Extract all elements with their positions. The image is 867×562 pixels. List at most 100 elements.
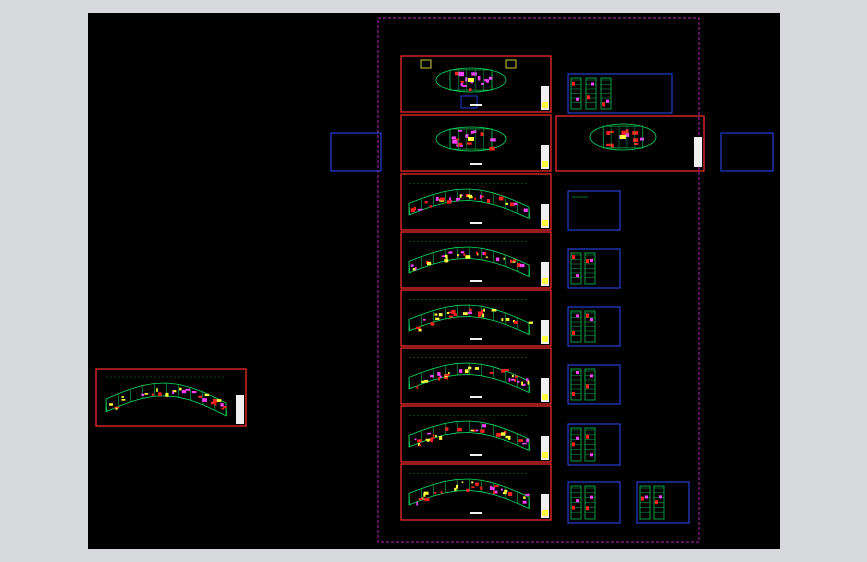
room-fill: [523, 208, 528, 212]
room-fill: [121, 398, 126, 401]
detail-sheet-5[interactable]: [567, 306, 621, 347]
core-fixture: [468, 78, 474, 82]
standalone-plan-sheet[interactable]: [95, 368, 247, 427]
room-fill: [610, 131, 613, 134]
room-fill: [444, 254, 448, 258]
cad-model-space-viewport[interactable]: [88, 13, 780, 549]
room-fill: [440, 197, 445, 201]
sheet-plan-level-1[interactable]: [400, 55, 552, 113]
room-fill: [500, 432, 506, 436]
detail-sheet-8a[interactable]: [567, 481, 621, 524]
room-fill: [460, 80, 464, 83]
empty-viewport-left[interactable]: [330, 132, 382, 172]
sheet-plan-level-6[interactable]: [400, 347, 552, 405]
sheet-plan-level-5[interactable]: [400, 289, 552, 347]
room-fill: [468, 88, 472, 92]
room-fill: [424, 379, 429, 383]
stair-mark: [641, 496, 644, 501]
stair-mark: [576, 499, 579, 503]
curved-floor-plan: [105, 376, 228, 417]
room-fill: [507, 492, 513, 496]
room-fill: [470, 130, 474, 134]
room-fill: [632, 138, 639, 142]
detail-sheet-6[interactable]: [567, 364, 621, 405]
room-fill: [165, 392, 169, 397]
detail-sheet-4[interactable]: [567, 248, 621, 289]
room-fill: [633, 142, 639, 146]
room-fill: [427, 440, 430, 442]
sheet-plan-level-3[interactable]: [400, 173, 552, 231]
wall-line: [177, 384, 180, 398]
room-fill: [460, 251, 465, 254]
room-fill: [464, 369, 469, 374]
room-fill: [458, 71, 465, 77]
room-fill: [523, 496, 526, 499]
room-fill: [457, 427, 462, 432]
room-fill: [179, 387, 182, 391]
room-fill: [498, 196, 504, 201]
room-fill: [216, 399, 222, 402]
room-fill: [430, 437, 435, 439]
room-fill: [526, 438, 529, 443]
title-block-stamp: [542, 510, 548, 516]
wall-line: [432, 310, 435, 323]
room-fill: [202, 398, 207, 402]
room-fill: [475, 429, 479, 432]
detail-sheet-1[interactable]: [567, 73, 673, 114]
detail-sheet-7[interactable]: [567, 423, 621, 466]
room-fill: [483, 251, 487, 256]
room-fill: [528, 321, 534, 324]
detail-sheet-8b[interactable]: [636, 481, 690, 524]
room-fill: [465, 77, 468, 82]
room-fill: [521, 381, 524, 386]
room-fill: [426, 261, 432, 266]
room-fill: [474, 197, 477, 201]
plan-title: [470, 454, 482, 456]
room-fill: [489, 371, 494, 374]
room-fill: [438, 313, 443, 317]
room-fill: [181, 390, 187, 394]
room-fill: [448, 372, 450, 375]
room-fill: [611, 144, 614, 148]
sheet-plan-level-2-copy[interactable]: [555, 115, 705, 172]
room-fill: [144, 393, 149, 395]
detail-sheet-3[interactable]: [567, 190, 621, 231]
empty-viewport-right[interactable]: [720, 132, 774, 172]
room-fill: [446, 312, 450, 314]
room-fill: [505, 317, 510, 322]
sheet-plan-level-4[interactable]: [400, 231, 552, 289]
room-fill: [463, 312, 468, 316]
room-fill: [508, 378, 511, 382]
room-fill: [466, 142, 472, 145]
room-fill: [449, 197, 451, 201]
room-fill: [223, 405, 227, 409]
stair-mark: [586, 259, 589, 264]
room-fill: [502, 492, 507, 495]
title-block-stamp: [542, 278, 548, 284]
sheet-plan-level-8[interactable]: [400, 463, 552, 521]
layout-boundary: [377, 17, 700, 543]
room-fill: [172, 391, 174, 395]
room-fill: [493, 490, 495, 494]
core-fixture: [620, 135, 626, 139]
room-fill: [427, 432, 432, 435]
room-fill: [525, 493, 530, 496]
wall-line: [117, 393, 120, 407]
room-fill: [469, 308, 472, 312]
room-fill: [500, 488, 503, 491]
room-fill: [416, 385, 419, 389]
stair-mark: [576, 97, 579, 101]
wall-line: [516, 491, 519, 504]
room-fill: [483, 308, 485, 312]
room-fill: [522, 500, 527, 504]
wall-line: [420, 256, 423, 269]
stair-mark: [576, 436, 579, 440]
cad-drawing-canvas[interactable]: [88, 13, 780, 549]
room-fill: [115, 407, 118, 410]
sheet-plan-level-2[interactable]: [400, 114, 552, 172]
stair-mark: [590, 495, 593, 499]
building-outline: [408, 420, 530, 452]
room-fill: [158, 392, 162, 397]
room-fill: [448, 315, 453, 318]
sheet-plan-level-7[interactable]: [400, 405, 552, 463]
